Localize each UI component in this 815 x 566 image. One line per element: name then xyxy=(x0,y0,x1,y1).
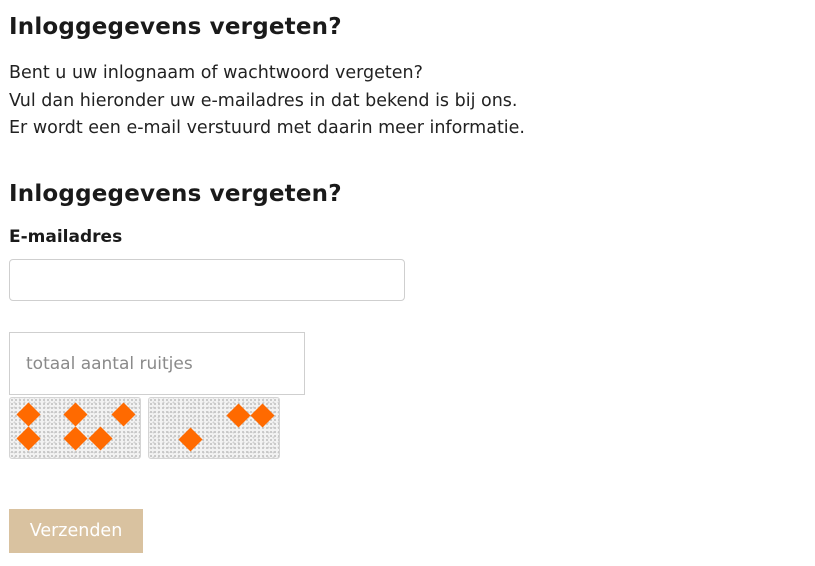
email-label: E-mailadres xyxy=(9,227,123,247)
email-input[interactable] xyxy=(9,259,405,301)
captcha-diamond xyxy=(178,427,203,452)
intro-line: Bent u uw inlognaam of wachtwoord verget… xyxy=(9,63,423,83)
captcha-input[interactable] xyxy=(9,332,305,395)
intro-line: Vul dan hieronder uw e-mailadres in dat … xyxy=(9,90,518,111)
captcha-diamonds-2 xyxy=(178,403,275,452)
submit-button[interactable]: Verzenden xyxy=(9,509,143,553)
captcha-tile-2 xyxy=(148,397,280,459)
captcha-diamond xyxy=(88,426,113,451)
captcha-diamond xyxy=(226,403,251,428)
captcha-diamonds-1 xyxy=(16,402,136,451)
captcha-diamond xyxy=(111,402,136,427)
captcha-diamond xyxy=(250,403,275,428)
captcha-diamond xyxy=(63,426,88,451)
captcha-diamond xyxy=(16,402,41,427)
form-title: Inloggegevens vergeten? xyxy=(9,181,342,207)
captcha-diamond xyxy=(63,402,88,427)
intro-text: Bent u uw inlognaam of wachtwoord verget… xyxy=(9,60,525,143)
intro-line: Er wordt een e-mail verstuurd met daarin… xyxy=(9,118,525,138)
captcha-tile-1 xyxy=(9,397,141,459)
captcha-diamond xyxy=(16,426,41,451)
page-title: Inloggegevens vergeten? xyxy=(9,14,342,40)
